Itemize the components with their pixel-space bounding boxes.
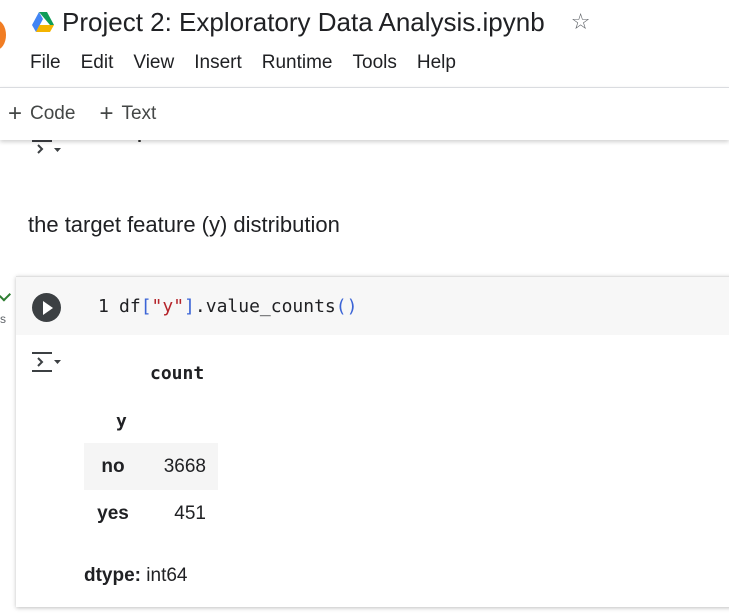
menu-file[interactable]: File [30, 52, 61, 74]
table-row: no 3668 [84, 443, 218, 490]
code-variable: df [119, 296, 141, 317]
add-code-button[interactable]: + Code [8, 102, 75, 126]
table-row: yes 451 [84, 490, 218, 537]
row-value: 451 [174, 502, 206, 524]
line-number: 1 [98, 296, 109, 317]
execution-time-suffix: s [0, 312, 6, 326]
code-line[interactable]: df["y"].value_counts() [119, 296, 357, 317]
menu-bar: File Edit View Insert Runtime Tools Help [30, 52, 476, 74]
index-name-header: y [116, 411, 127, 432]
add-text-button[interactable]: + Text [99, 102, 156, 126]
menu-tools[interactable]: Tools [353, 52, 397, 74]
menu-edit[interactable]: Edit [81, 52, 114, 74]
google-drive-icon [32, 12, 54, 32]
menu-insert[interactable]: Insert [194, 52, 242, 74]
code-editor[interactable]: 1 df["y"].value_counts() [16, 277, 729, 335]
row-value: 3668 [163, 455, 206, 477]
add-text-label: Text [121, 103, 157, 124]
output-toggle-icon[interactable] [30, 138, 62, 154]
execution-check-icon [0, 289, 12, 302]
markdown-cell-text[interactable]: the target feature (y) distribution [28, 212, 340, 238]
output-toggle-icon[interactable] [30, 349, 62, 375]
run-cell-button[interactable] [32, 293, 61, 322]
dtype-label: dtype: [84, 565, 141, 586]
code-method: .value_counts [194, 296, 336, 317]
code-cell[interactable]: 1 df["y"].value_counts() count y no 3668… [16, 276, 729, 607]
notebook-toolbar: + Code + Text [0, 87, 729, 140]
row-index: yes [97, 502, 129, 524]
add-code-label: Code [30, 103, 76, 124]
user-avatar[interactable] [0, 20, 6, 50]
menu-help[interactable]: Help [417, 52, 456, 74]
dtype-value: int64 [146, 565, 188, 586]
dtype-line: dtype: int64 [84, 565, 187, 587]
plus-icon: + [99, 100, 114, 127]
notebook-title[interactable]: Project 2: Exploratory Data Analysis.ipy… [62, 7, 545, 38]
menu-view[interactable]: View [133, 52, 174, 74]
menu-runtime[interactable]: Runtime [262, 52, 333, 74]
plus-icon: + [8, 100, 23, 127]
code-string: "y" [151, 296, 185, 317]
star-icon[interactable]: ☆ [571, 9, 591, 35]
column-header-count: count [150, 363, 205, 384]
title-bar: Project 2: Exploratory Data Analysis.ipy… [32, 4, 590, 40]
row-index: no [101, 455, 125, 477]
